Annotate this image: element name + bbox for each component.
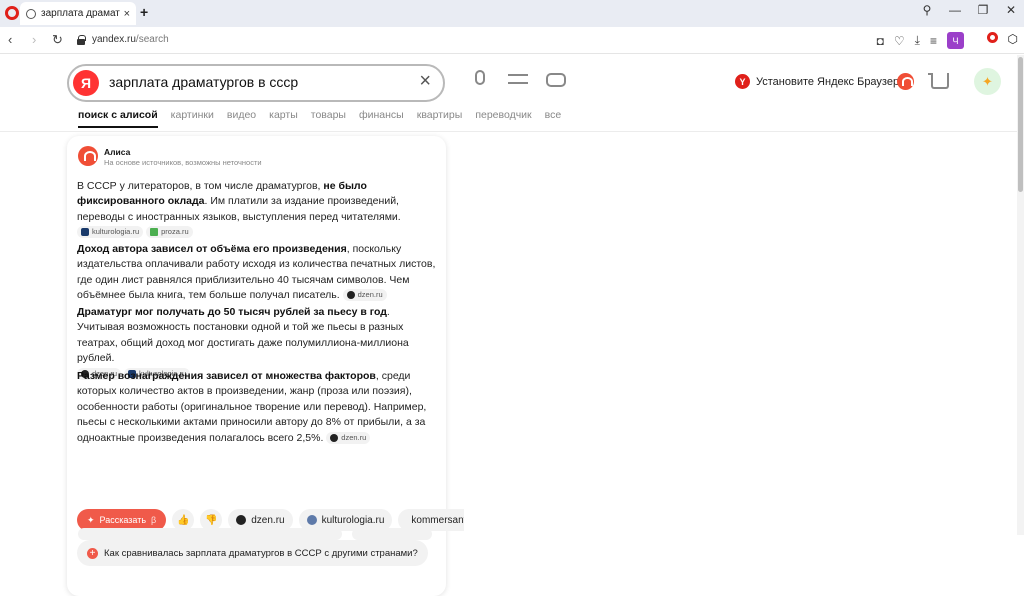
- followup-question[interactable]: + Как сравнивалась зарплата драматургов …: [77, 540, 428, 566]
- tab-finance[interactable]: финансы: [359, 109, 404, 128]
- followup-label: Как сравнивалась зарплата драматургов в …: [104, 547, 418, 559]
- alice-answer-card: Алиса На основе источников, возможны нет…: [67, 136, 465, 596]
- lock-icon: [77, 35, 86, 45]
- url-field[interactable]: yandex.ru/search: [92, 34, 169, 45]
- url-path: /search: [135, 34, 169, 45]
- image-search-icon[interactable]: [546, 70, 566, 90]
- followup-chip[interactable]: [78, 528, 342, 540]
- cube-icon[interactable]: ⬡: [1008, 32, 1018, 46]
- clear-search-icon[interactable]: ×: [419, 70, 431, 93]
- scrollbar-thumb[interactable]: [1018, 57, 1023, 192]
- url-host: yandex.ru: [92, 34, 136, 45]
- camera-icon[interactable]: ◘: [877, 34, 884, 48]
- followup-chip[interactable]: [352, 528, 432, 540]
- source-label: dzen.ru: [357, 290, 383, 300]
- close-window-button[interactable]: ✕: [1004, 3, 1018, 17]
- source-chip[interactable]: dzen.ru: [342, 289, 387, 302]
- tab-favicon-icon: [26, 8, 36, 19]
- minimize-button[interactable]: —: [948, 3, 962, 17]
- answer-paragraph-4: Размер вознаграждения зависел от множест…: [77, 369, 437, 446]
- new-tab-button[interactable]: +: [140, 4, 148, 20]
- dzen-icon: [346, 291, 355, 300]
- address-bar: ‹ › ↻ yandex.ru/search ◘ ♡ ⤓ ≡ Ч ⬡: [0, 27, 1024, 54]
- heart-icon[interactable]: ♡: [894, 34, 905, 48]
- tab-products[interactable]: товары: [311, 109, 346, 128]
- tab-all[interactable]: все: [545, 109, 562, 128]
- answer-author: Алиса: [104, 147, 131, 157]
- cart-icon[interactable]: [928, 73, 949, 89]
- menu-icon[interactable]: ≡: [930, 34, 937, 48]
- yandex-browser-icon: Y: [735, 74, 750, 89]
- chip-label: dzen.ru: [251, 514, 285, 526]
- tell-beta: β: [151, 515, 157, 525]
- thumbs-down-icon: 👎: [205, 514, 218, 526]
- page-content: Я зарплата драматургов в ссср × Y Устано…: [0, 55, 1017, 596]
- source-label: proza.ru: [161, 227, 189, 237]
- tab-close-icon[interactable]: ×: [124, 8, 130, 20]
- p2-bold: Доход автора зависел от объёма его произ…: [77, 243, 347, 255]
- kulturologia-icon: [306, 515, 317, 525]
- tell-sparkle-icon: ✦: [87, 514, 95, 525]
- answer-paragraph-1: В СССР у литераторов, в том числе драмат…: [77, 179, 437, 241]
- divider: [0, 131, 1017, 132]
- window-controls: ⚲ — ❐ ✕: [920, 3, 1018, 17]
- profile-badge[interactable]: Ч: [947, 32, 964, 49]
- address-bar-actions: ◘ ♡ ⤓ ≡ Ч: [877, 32, 964, 49]
- search-tabs: поиск с алисой картинки видео карты това…: [78, 109, 561, 128]
- tab-maps[interactable]: карты: [269, 109, 298, 128]
- p3-bold: Драматург мог получать до 50 тысяч рубле…: [77, 306, 387, 318]
- proza-icon: [150, 228, 159, 237]
- source-label: dzen.ru: [341, 432, 367, 442]
- answer-paragraph-2: Доход автора зависел от объёма его произ…: [77, 242, 437, 304]
- plus-icon: +: [87, 547, 98, 559]
- reload-button[interactable]: ↻: [52, 32, 63, 48]
- tab-images[interactable]: картинки: [171, 109, 214, 128]
- install-browser-label: Установите Яндекс Браузер: [756, 75, 900, 88]
- alice-icon[interactable]: [897, 73, 914, 90]
- p1-text: В СССР у литераторов, в том числе драмат…: [77, 180, 324, 192]
- source-chip[interactable]: kulturologia.ru: [77, 226, 144, 239]
- alice-avatar-icon: [78, 146, 98, 166]
- extensions: ⬡: [986, 32, 1018, 46]
- tab-alice-search[interactable]: поиск с алисой: [78, 109, 158, 128]
- tab-video[interactable]: видео: [227, 109, 256, 128]
- dzen-icon: [330, 433, 339, 442]
- voice-search-icon[interactable]: [470, 70, 490, 90]
- chip-label: kulturologia.ru: [321, 514, 385, 526]
- search-input[interactable]: зарплата драматургов в ссср: [109, 74, 298, 90]
- install-browser-link[interactable]: Y Установите Яндекс Браузер: [735, 74, 899, 89]
- browser-tab[interactable]: зарплата драматургов в ×: [20, 2, 136, 25]
- opera-extension-icon[interactable]: [986, 32, 998, 43]
- chip-label: kommersant: [411, 514, 465, 526]
- tell-label: Рассказать: [99, 515, 147, 525]
- opera-logo-icon[interactable]: [5, 6, 19, 20]
- scrollbar[interactable]: [1017, 55, 1024, 535]
- p4-bold: Размер вознаграждения зависел от множест…: [77, 370, 376, 382]
- browser-tab-bar: зарплата драматургов в × + ⚲ — ❐ ✕: [0, 0, 1024, 27]
- sparkle-icon[interactable]: ✦: [974, 68, 1001, 95]
- answer-disclaimer: На основе источников, возможны неточност…: [104, 158, 262, 167]
- search-box[interactable]: Я зарплата драматургов в ссср ×: [67, 64, 445, 102]
- tab-search-icon[interactable]: ⚲: [920, 3, 934, 17]
- back-button[interactable]: ‹: [8, 32, 12, 47]
- tab-title: зарплата драматургов в: [41, 8, 120, 19]
- tab-translator[interactable]: переводчик: [475, 109, 531, 128]
- yandex-logo-icon[interactable]: Я: [73, 70, 99, 96]
- source-label: kulturologia.ru: [92, 227, 140, 237]
- download-icon[interactable]: ⤓: [915, 33, 920, 48]
- source-chip[interactable]: proza.ru: [146, 226, 193, 239]
- restore-button[interactable]: ❐: [976, 3, 990, 17]
- search-tools: [470, 70, 566, 90]
- kulturologia-icon: [81, 228, 89, 237]
- filters-icon[interactable]: [508, 70, 528, 90]
- dzen-icon: [236, 515, 247, 525]
- thumbs-up-icon: 👍: [177, 514, 190, 526]
- tab-apartments[interactable]: квартиры: [417, 109, 463, 128]
- forward-button[interactable]: ›: [32, 32, 36, 47]
- source-chip[interactable]: dzen.ru: [326, 431, 371, 444]
